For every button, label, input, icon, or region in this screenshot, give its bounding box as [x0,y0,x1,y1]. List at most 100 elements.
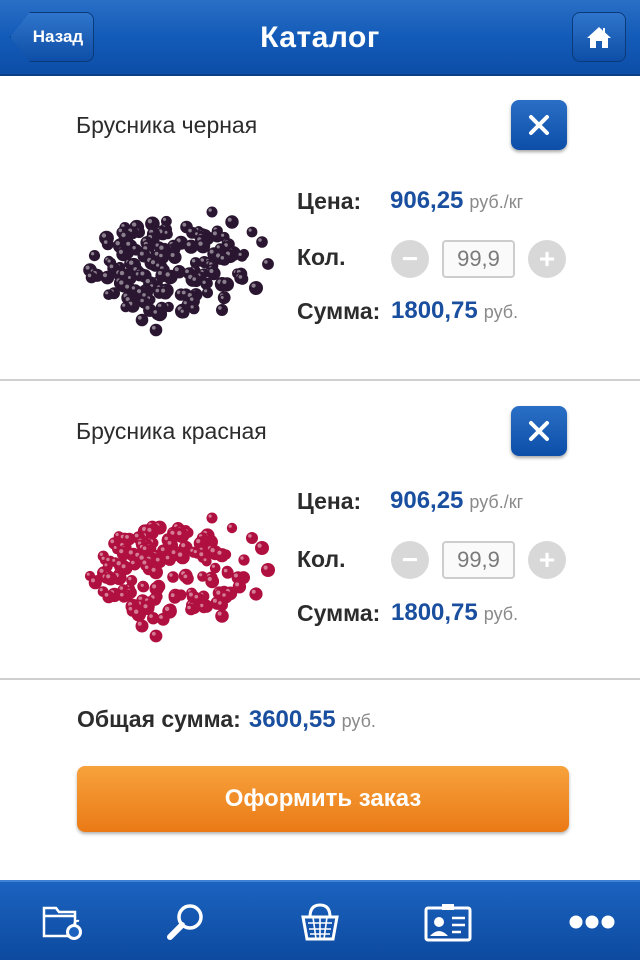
berry-highlight [153,310,157,314]
header-bar: Каталог Назад [0,0,640,76]
berry-highlight [263,565,268,570]
tab-more[interactable] [528,882,640,960]
divider [0,379,640,381]
sum-amount: 1800,75 [391,599,478,626]
berry-highlight [128,606,133,611]
checkout-button[interactable]: Оформить заказ [77,766,569,832]
berry-highlight [147,219,153,224]
product-name: Брусника красная [76,418,267,444]
quantity-field[interactable]: 99,9 [442,541,515,579]
berry-highlight [235,582,240,587]
berry-highlight [140,583,144,587]
berry-highlight [157,271,162,275]
berry-highlight [192,277,196,281]
home-icon [587,27,611,48]
berry-highlight [177,530,182,536]
berry-highlight [156,263,160,267]
berry-highlight [139,251,144,256]
berry-highlight [174,267,179,272]
berry-highlight [119,280,124,285]
quantity-field[interactable]: 99,9 [442,240,515,278]
berry [100,270,115,285]
quantity-label: Кол. [297,244,346,270]
berry [184,239,199,254]
berry [149,323,163,337]
tab-basket[interactable] [256,882,384,960]
berry [175,549,190,565]
berry-highlight [115,532,119,537]
quantity-label: Кол. [297,546,346,572]
berry-highlight [109,264,114,269]
berry-highlight [209,249,214,254]
berry-highlight [164,230,168,234]
remove-item-button[interactable] [511,100,567,150]
tab-catalog[interactable] [0,882,128,960]
cart-item: Брусника красная Цена: 906,25 руб./кг Кол… [0,382,640,686]
berry-highlight [159,615,163,619]
more-icon [569,915,615,929]
berry-highlight [204,289,208,293]
berry-highlight [258,238,262,242]
berry-highlight [223,568,228,573]
berry-highlight [183,574,188,579]
berry-highlight [118,249,123,254]
berry [246,226,258,238]
berry [218,294,229,305]
berry-highlight [142,293,146,297]
berry-highlight [134,533,139,538]
berry-highlight [125,284,130,289]
sum-amount: 1800,75 [391,297,478,324]
berry-highlight [142,546,147,550]
remove-item-button[interactable] [511,406,567,456]
berry-highlight [122,303,126,307]
berry-highlight [218,601,222,605]
berry-highlight [170,253,175,257]
berry [256,236,268,248]
berry-highlight [198,241,203,246]
berry-highlight [137,621,142,626]
berry-highlight [152,584,157,589]
tab-search[interactable] [122,882,250,960]
berry-highlight [193,550,197,554]
increase-quantity-button[interactable]: + [528,541,566,579]
search-icon [167,904,203,940]
berry-highlight [137,315,142,320]
berry-highlight [160,547,165,552]
price-value: 906,25 руб./кг [390,487,523,515]
berry-highlight [132,246,136,250]
berry-highlight [128,576,132,581]
home-button[interactable] [572,12,626,62]
berry [255,541,269,555]
berry-highlight [159,253,163,258]
berry-highlight [131,286,136,290]
berry-highlight [203,558,207,562]
berry [205,574,220,589]
berry-highlight [131,222,137,227]
berry [151,307,164,321]
decrease-quantity-button[interactable]: − [391,541,429,579]
berry-highlight [182,222,187,227]
berry [102,590,115,604]
berry [101,238,114,251]
berry-highlight [222,593,226,597]
increase-quantity-button[interactable]: + [528,240,566,278]
berry-highlight [196,539,201,544]
decrease-quantity-button[interactable]: − [391,240,429,278]
berry-highlight [212,231,217,236]
berry-highlight [121,564,126,569]
price-amount: 906,25 [390,487,464,514]
berry-highlight [151,631,156,636]
berry-highlight [240,556,244,560]
berry-highlight [211,564,215,568]
berry-highlight [194,594,199,599]
tab-profile[interactable] [384,882,512,960]
berry-highlight [119,549,124,554]
total-value: 3600,55 [248,706,336,733]
berry [246,532,258,544]
berry-highlight [199,552,204,557]
total-unit: руб. [341,711,376,731]
berry-highlight [106,557,110,562]
berry-highlight [208,208,212,212]
berry-highlight [238,275,243,279]
berry [163,269,178,285]
